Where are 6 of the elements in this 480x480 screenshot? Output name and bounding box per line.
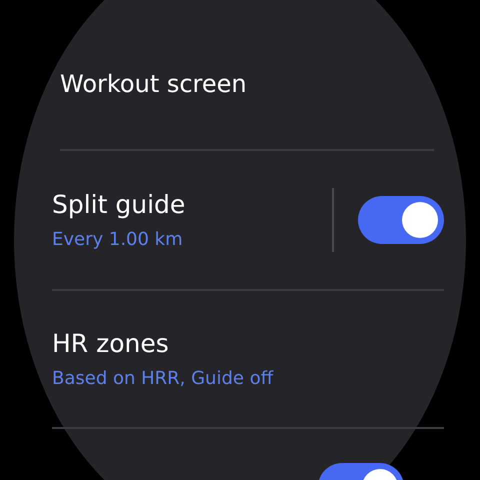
toggle-switch[interactable]	[358, 196, 444, 244]
setting-summary: Every 1.00 km	[52, 229, 183, 250]
setting-summary: Based on HRR, Guide off	[52, 368, 274, 389]
screen-title: Workout screen	[60, 70, 247, 98]
setting-title[interactable]: HR zones	[52, 329, 169, 358]
setting-title[interactable]: Split guide	[52, 190, 186, 219]
